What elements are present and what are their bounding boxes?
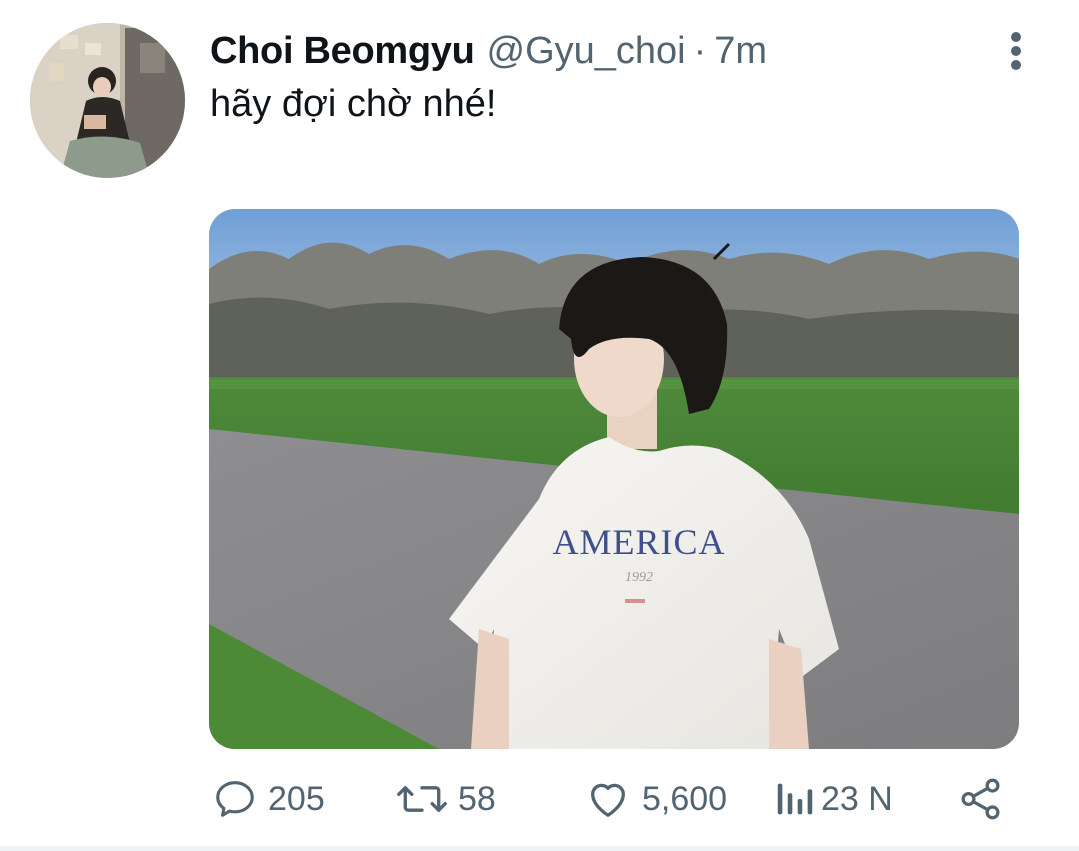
reply-icon bbox=[216, 781, 254, 817]
like-button[interactable]: 5,600 bbox=[584, 770, 727, 828]
avatar[interactable] bbox=[30, 23, 185, 178]
share-icon bbox=[961, 778, 1000, 820]
tweet-action-bar: 205 58 5,600 23 N bbox=[0, 770, 1079, 828]
tweet-timestamp[interactable]: 7m bbox=[714, 30, 767, 73]
views-button[interactable]: 23 N bbox=[775, 770, 893, 828]
views-count: 23 N bbox=[821, 779, 893, 818]
like-count: 5,600 bbox=[642, 779, 728, 818]
avatar-image bbox=[30, 23, 185, 178]
retweet-icon bbox=[397, 786, 447, 812]
tweet-text: hãy đợi chờ nhé! bbox=[210, 83, 497, 125]
shirt-print-text: AMERICA bbox=[552, 522, 725, 562]
reply-button[interactable]: 205 bbox=[212, 770, 325, 828]
views-icon bbox=[777, 783, 813, 815]
tweet-divider bbox=[0, 846, 1079, 851]
header-separator: · bbox=[693, 29, 707, 72]
shirt-print-year: 1992 bbox=[625, 570, 653, 585]
author-display-name[interactable]: Choi Beomgyu bbox=[210, 30, 475, 73]
tweet-header: Choi Beomgyu @Gyu_choi · 7m bbox=[210, 28, 767, 74]
more-vertical-icon bbox=[1011, 32, 1021, 70]
retweet-count: 58 bbox=[458, 779, 496, 818]
tweet-media[interactable]: AMERICA 1992 bbox=[209, 209, 1019, 749]
retweet-button[interactable]: 58 bbox=[396, 770, 496, 828]
share-button[interactable] bbox=[958, 770, 1004, 828]
author-handle[interactable]: @Gyu_choi bbox=[487, 30, 686, 73]
tweet-photo: AMERICA 1992 bbox=[209, 209, 1019, 749]
more-options-button[interactable] bbox=[996, 28, 1036, 74]
reply-count: 205 bbox=[268, 779, 325, 818]
heart-icon bbox=[591, 783, 625, 817]
